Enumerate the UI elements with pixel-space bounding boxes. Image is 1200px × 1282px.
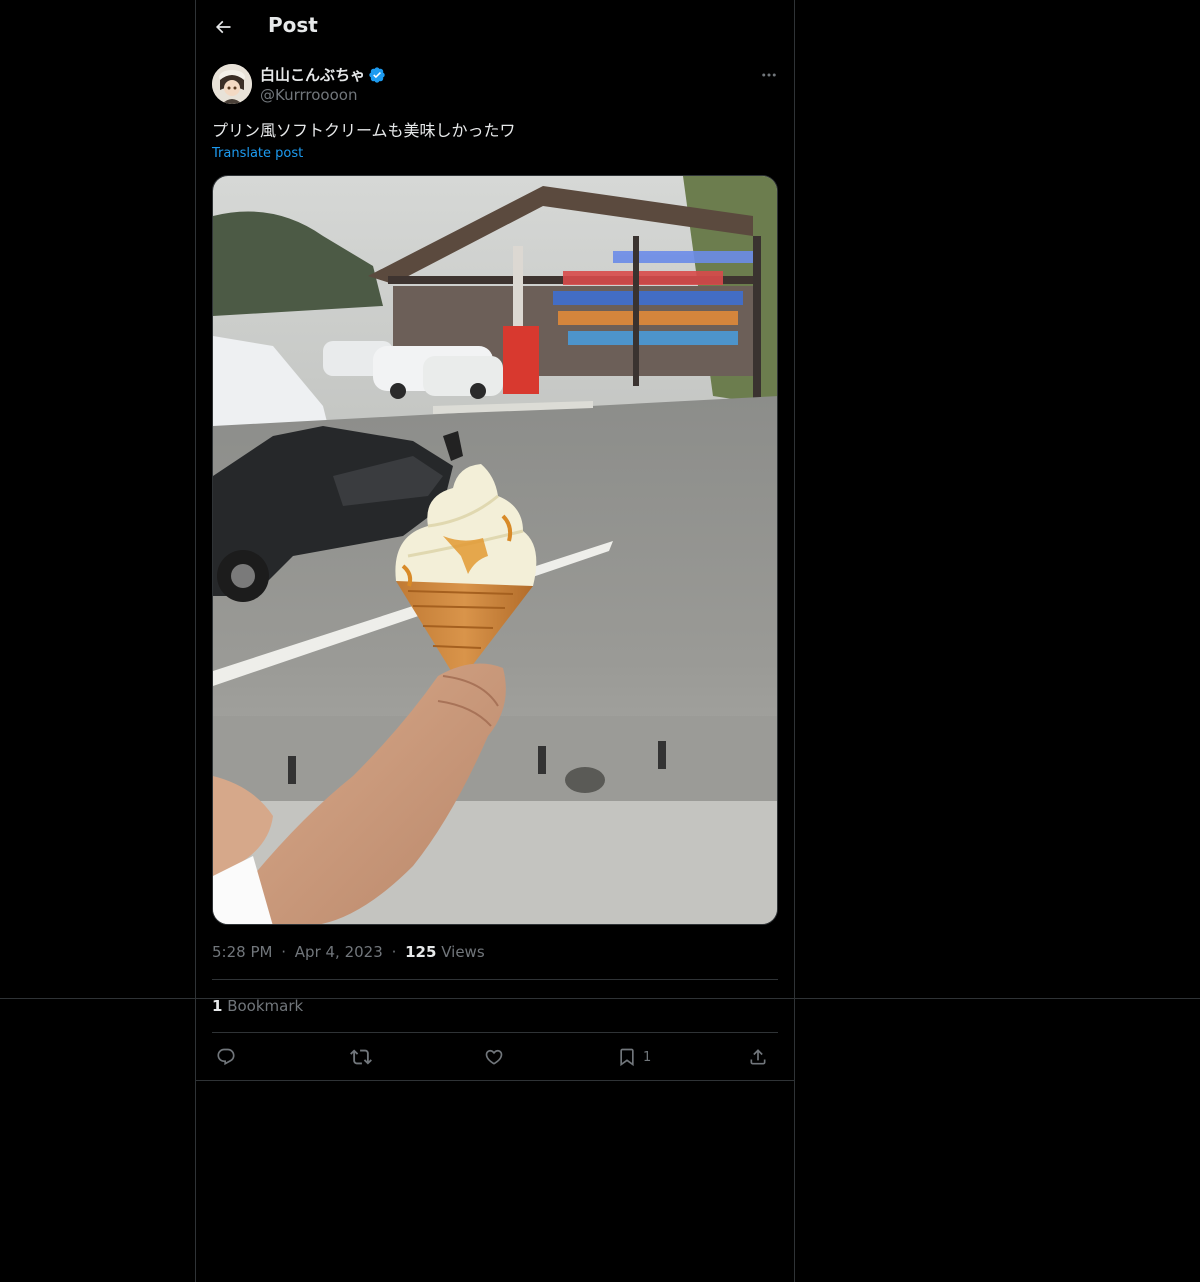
overlay-divider (0, 998, 1200, 999)
post-text: プリン風ソフトクリームも美味しかったワ (212, 121, 516, 140)
author-display-name: 白山こんぶちゃ (260, 66, 366, 84)
avatar[interactable] (212, 64, 252, 104)
heart-icon (485, 1049, 503, 1065)
views-count: 125 (405, 943, 437, 961)
post-date[interactable]: Apr 4, 2023 (295, 943, 383, 961)
divider (212, 1032, 778, 1033)
more-options-button[interactable] (756, 64, 782, 86)
back-button[interactable] (206, 10, 240, 44)
bookmark-icon (620, 1048, 634, 1067)
avatar-image (212, 64, 252, 104)
author-name[interactable]: 白山こんぶちゃ (260, 64, 386, 85)
bookmark-stat-label: Bookmark (227, 997, 304, 1015)
post-meta: 5:28 PM · Apr 4, 2023 · 125 Views (212, 943, 485, 961)
translate-post-link[interactable]: Translate post (212, 146, 303, 161)
share-button[interactable] (748, 1044, 768, 1070)
reply-button[interactable] (216, 1044, 236, 1070)
action-bar: 1 (212, 1040, 778, 1074)
meta-separator: · (281, 943, 287, 961)
bookmark-stat-count: 1 (212, 997, 223, 1015)
verified-badge-icon (369, 66, 385, 83)
views-label: Views (441, 943, 485, 961)
post-time[interactable]: 5:28 PM (212, 943, 272, 961)
post-column: Post 白山こんぶちゃ @Kurrroooon プリン風ソフトクリームも美味し… (195, 0, 795, 1282)
bookmark-button[interactable]: 1 (617, 1044, 651, 1070)
post-photo[interactable] (212, 175, 778, 925)
share-icon (750, 1049, 766, 1065)
page: Post 白山こんぶちゃ @Kurrroooon プリン風ソフトクリームも美味し… (0, 0, 1200, 1282)
meta-separator: · (391, 943, 397, 961)
bookmark-button-count: 1 (643, 1049, 652, 1065)
author-handle[interactable]: @Kurrroooon (260, 86, 357, 104)
more-horizontal-icon (762, 73, 776, 77)
like-button[interactable] (484, 1044, 504, 1070)
arrow-left-icon (215, 20, 231, 34)
header: Post (196, 0, 794, 54)
reply-icon (217, 1048, 235, 1066)
bookmark-stat[interactable]: 1 Bookmark (212, 997, 303, 1015)
repost-button[interactable] (350, 1044, 372, 1070)
photo-icon (213, 176, 777, 924)
bottom-border (196, 1080, 794, 1081)
divider (212, 979, 778, 980)
page-title: Post (268, 13, 318, 37)
repost-icon (350, 1049, 372, 1065)
